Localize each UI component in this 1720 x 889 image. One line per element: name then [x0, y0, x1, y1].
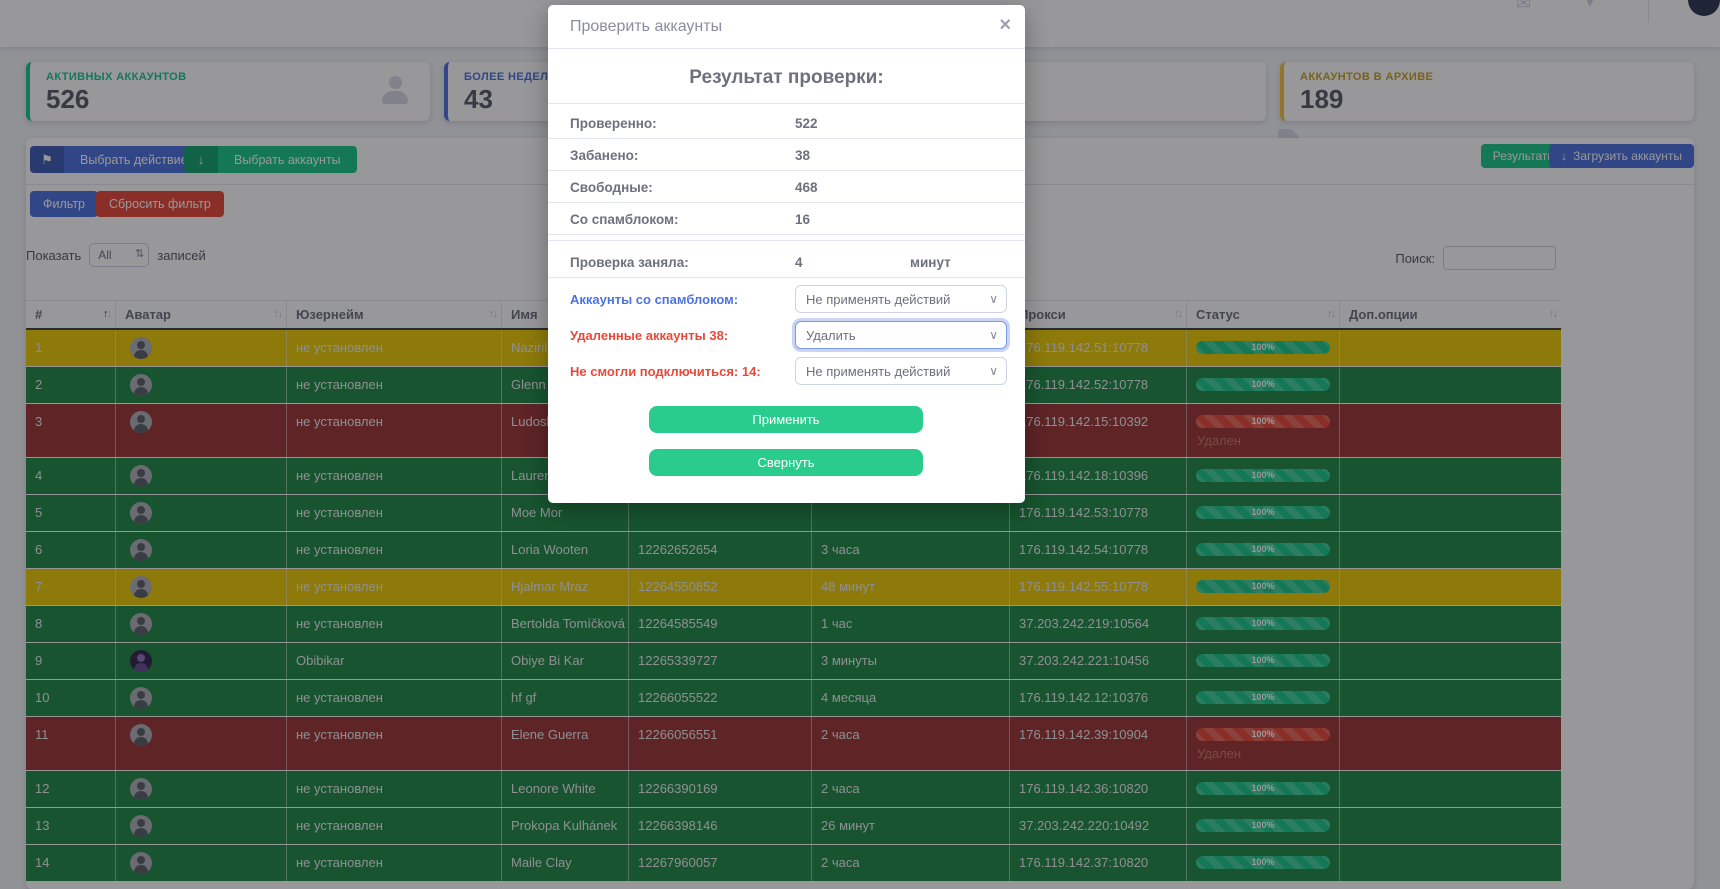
- collapse-button[interactable]: Свернуть: [649, 449, 923, 476]
- action-label: Не смогли подключиться: 14:: [570, 364, 761, 379]
- action-row-unreachable: Не смогли подключиться: 14: Не применять…: [548, 357, 1025, 385]
- stat-row-free: Свободные: 468: [548, 171, 1025, 203]
- unreachable-action-select[interactable]: Не применять действий: [795, 357, 1007, 385]
- apply-button[interactable]: Применить: [649, 406, 923, 433]
- action-row-spamblock: Аккаунты со спамблоком: Не применять дей…: [548, 285, 1025, 313]
- close-icon[interactable]: ×: [999, 15, 1011, 35]
- result-stats: Проверенно: 522 Забанено: 38 Свободные: …: [548, 107, 1025, 278]
- stat-row-banned: Забанено: 38: [548, 139, 1025, 171]
- modal-header: Проверить аккаунты ×: [548, 5, 1025, 49]
- action-row-deleted: Удаленные аккаунты 38: Удалить ∨: [548, 321, 1025, 349]
- action-label: Удаленные аккаунты 38:: [570, 328, 728, 343]
- stat-row-spamblock: Со спамблоком: 16: [548, 203, 1025, 235]
- stat-row-duration: Проверка заняла: 4 минут: [548, 246, 1025, 278]
- check-accounts-modal: Проверить аккаунты × Результат проверки:…: [548, 5, 1025, 503]
- action-label: Аккаунты со спамблоком:: [570, 292, 738, 307]
- spamblock-action-select[interactable]: Не применять действий: [795, 285, 1007, 313]
- result-heading: Результат проверки:: [548, 67, 1025, 89]
- stat-row-checked: Проверенно: 522: [548, 107, 1025, 139]
- deleted-action-select[interactable]: Удалить: [795, 321, 1007, 349]
- double-rule: [548, 240, 1025, 241]
- page: ✉ ▾ АКТИВНЫХ АККАУНТОВ 526 БОЛЕЕ НЕДЕЛИ …: [0, 0, 1720, 889]
- modal-title: Проверить аккаунты: [570, 18, 722, 36]
- modal-rule: [548, 103, 1025, 104]
